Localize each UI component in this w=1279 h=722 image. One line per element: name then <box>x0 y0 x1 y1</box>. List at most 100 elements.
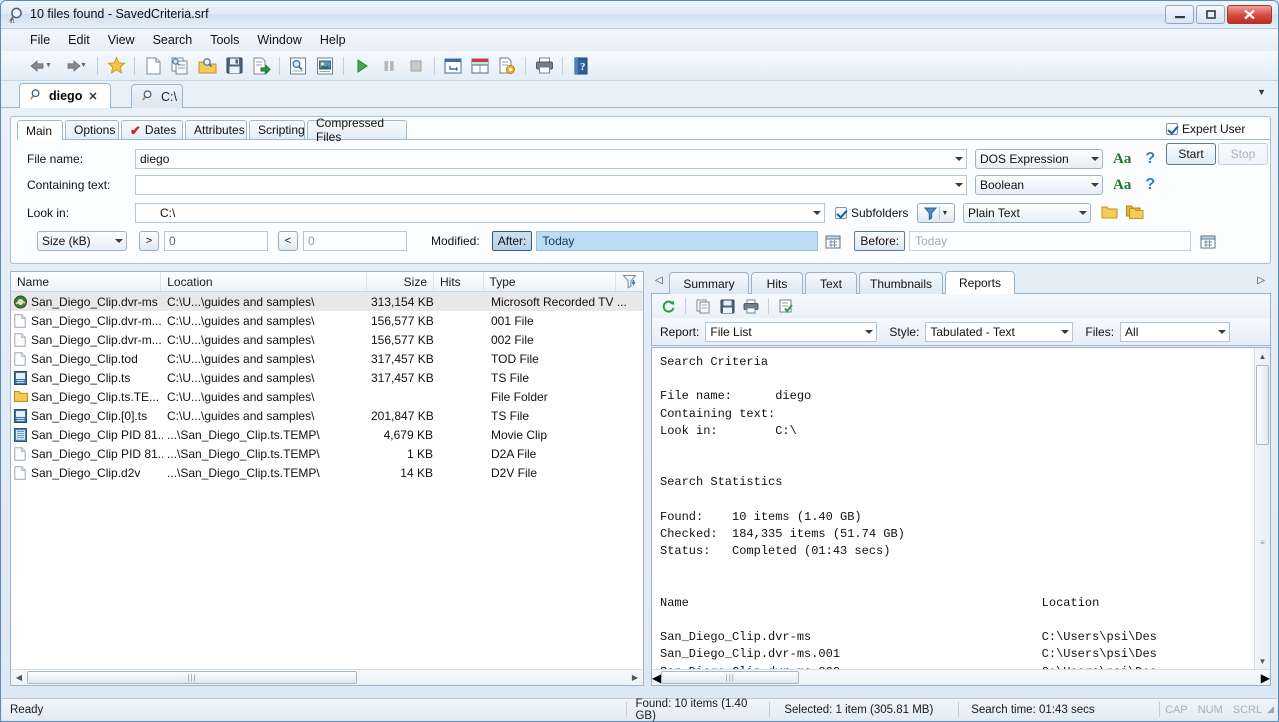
chevron-down-icon[interactable] <box>115 239 123 243</box>
size-max-operator-button[interactable]: < <box>278 231 298 251</box>
chevron-down-icon[interactable] <box>1091 157 1099 161</box>
modified-before-input[interactable]: Today <box>909 231 1192 251</box>
column-header-location[interactable]: Location <box>161 272 367 291</box>
scroll-right-icon[interactable]: ▶ <box>1261 671 1270 685</box>
split-window-icon[interactable] <box>467 54 493 78</box>
table-row[interactable]: San_Diego_Clip.dvr-m... C:\U...\guides an… <box>11 330 643 349</box>
column-header-hits[interactable]: Hits <box>434 272 484 291</box>
help-icon[interactable]: ? <box>568 54 594 78</box>
document-tab-c-drive[interactable]: C:\ <box>131 84 183 108</box>
copy-search-icon[interactable] <box>167 54 193 78</box>
chevron-down-icon[interactable] <box>1079 211 1087 215</box>
file-name-input[interactable]: diego <box>135 149 967 169</box>
forward-icon[interactable]: ▼ <box>58 54 92 78</box>
new-search-icon[interactable] <box>140 54 166 78</box>
menu-file[interactable]: File <box>21 31 59 49</box>
calendar-icon[interactable] <box>824 232 842 250</box>
containing-text-mode-select[interactable]: Boolean <box>975 175 1103 195</box>
size-min-input[interactable]: 0 <box>164 231 268 251</box>
menu-view[interactable]: View <box>99 31 144 49</box>
menu-tools[interactable]: Tools <box>201 31 248 49</box>
tab-reports[interactable]: Reports <box>945 271 1015 294</box>
hscroll-thumb[interactable]: ||| <box>27 671 357 684</box>
help-icon[interactable]: ? <box>1145 176 1155 194</box>
document-tab-diego[interactable]: diego ✕ <box>19 83 111 108</box>
tab-dates[interactable]: ✔ Dates <box>121 120 183 139</box>
modified-before-button[interactable]: Before: <box>854 231 906 251</box>
chevron-down-icon[interactable] <box>813 211 821 215</box>
tab-options[interactable]: Options <box>65 120 119 139</box>
tab-compressed-files[interactable]: Compressed Files <box>307 116 407 144</box>
table-row[interactable]: San_Diego_Clip.dvr-m... C:\U...\guides an… <box>11 311 643 330</box>
menu-edit[interactable]: Edit <box>59 31 99 49</box>
menu-help[interactable]: Help <box>311 31 355 49</box>
save-search-icon[interactable] <box>221 54 247 78</box>
options-icon[interactable] <box>494 54 520 78</box>
print-icon[interactable] <box>531 54 557 78</box>
style-select[interactable]: Tabulated - Text <box>925 321 1074 342</box>
chevron-down-icon[interactable]: ▼ <box>942 210 949 217</box>
match-case-icon[interactable]: Aa <box>1113 151 1131 168</box>
containing-text-input[interactable] <box>135 175 967 195</box>
table-row[interactable]: San_Diego_Clip.ts.TE... C:\U...\guides an… <box>11 387 643 406</box>
save-icon[interactable] <box>716 296 738 316</box>
open-search-icon[interactable] <box>194 54 220 78</box>
calendar-icon[interactable] <box>1199 232 1217 250</box>
hscroll-thumb[interactable]: ||| <box>661 671 800 684</box>
tab-summary[interactable]: Summary <box>669 272 749 294</box>
save-criteria-icon[interactable] <box>312 54 338 78</box>
load-criteria-icon[interactable] <box>285 54 311 78</box>
resize-grip-icon[interactable]: ◢ <box>1267 704 1274 715</box>
results-hscrollbar[interactable]: ◀ ||| ▶ <box>11 669 643 685</box>
size-max-input[interactable]: 0 <box>303 231 407 251</box>
report-text-area[interactable]: Search Criteria File name: diego Contain… <box>651 347 1271 686</box>
table-row[interactable]: San_Diego_Clip PID 81... ...\San_Diego_Cl… <box>11 425 643 444</box>
results-window-icon[interactable] <box>440 54 466 78</box>
table-row[interactable]: San_Diego_Clip.tod C:\U...\guides and sam… <box>11 349 643 368</box>
chevron-down-icon[interactable] <box>955 157 963 161</box>
table-row[interactable]: San_Diego_Clip.ts C:\U...\guides and samp… <box>11 368 643 387</box>
tab-attributes[interactable]: Attributes <box>185 120 247 139</box>
report-hscrollbar[interactable]: ◀ ||| ▶ <box>652 669 1270 685</box>
report-options-icon[interactable] <box>775 296 797 316</box>
close-icon[interactable]: ✕ <box>88 90 97 103</box>
back-icon[interactable]: ▼ <box>23 54 57 78</box>
table-row[interactable]: San_Diego_Clip.[0].ts C:\U...\guides and … <box>11 406 643 425</box>
size-min-operator-button[interactable]: > <box>139 231 159 251</box>
help-icon[interactable]: ? <box>1145 150 1155 168</box>
start-button[interactable]: Start <box>1166 143 1216 165</box>
menu-window[interactable]: Window <box>248 31 310 49</box>
chevron-down-icon[interactable] <box>865 329 874 334</box>
files-select[interactable]: All <box>1120 321 1231 342</box>
scroll-up-icon[interactable]: ▲ <box>1255 348 1270 364</box>
chevron-down-icon[interactable] <box>955 183 963 187</box>
column-header-size[interactable]: Size <box>367 272 435 291</box>
stop-search-icon[interactable] <box>403 54 429 78</box>
pause-search-icon[interactable] <box>376 54 402 78</box>
refresh-icon[interactable] <box>657 296 679 316</box>
filter-button[interactable]: ▼ <box>917 203 955 223</box>
modified-after-input[interactable]: Today <box>536 231 819 251</box>
copy-icon[interactable] <box>692 296 714 316</box>
chevron-down-icon[interactable] <box>1091 183 1099 187</box>
report-select[interactable]: File List <box>705 321 878 342</box>
triangle-right-icon[interactable]: ▷ <box>1257 275 1265 286</box>
export-search-icon[interactable] <box>248 54 274 78</box>
triangle-left-icon[interactable]: ◁ <box>655 275 663 286</box>
table-row[interactable]: San_Diego_Clip.d2v ...\San_Diego_Clip.ts.… <box>11 463 643 482</box>
modified-after-button[interactable]: After: <box>491 231 533 251</box>
size-unit-select[interactable]: Size (kB) <box>37 231 127 251</box>
chevron-down-icon[interactable] <box>1061 329 1070 334</box>
browse-folders-multi-icon[interactable] <box>1126 204 1144 222</box>
table-row[interactable]: San_Diego_Clip PID 81... ...\San_Diego_Cl… <box>11 444 643 463</box>
text-encoding-select[interactable]: Plain Text <box>963 203 1091 223</box>
tab-hits[interactable]: Hits <box>751 272 803 294</box>
favorites-star-icon[interactable] <box>103 54 129 78</box>
scroll-left-icon[interactable]: ◀ <box>11 670 27 685</box>
tab-text[interactable]: Text <box>805 272 857 294</box>
scroll-left-icon[interactable]: ◀ <box>652 671 661 685</box>
minimize-button[interactable] <box>1165 5 1194 24</box>
close-button[interactable] <box>1227 5 1272 24</box>
column-header-name[interactable]: Name <box>11 272 162 291</box>
table-row[interactable]: San_Diego_Clip.dvr-ms C:\U...\guides and … <box>11 292 643 311</box>
